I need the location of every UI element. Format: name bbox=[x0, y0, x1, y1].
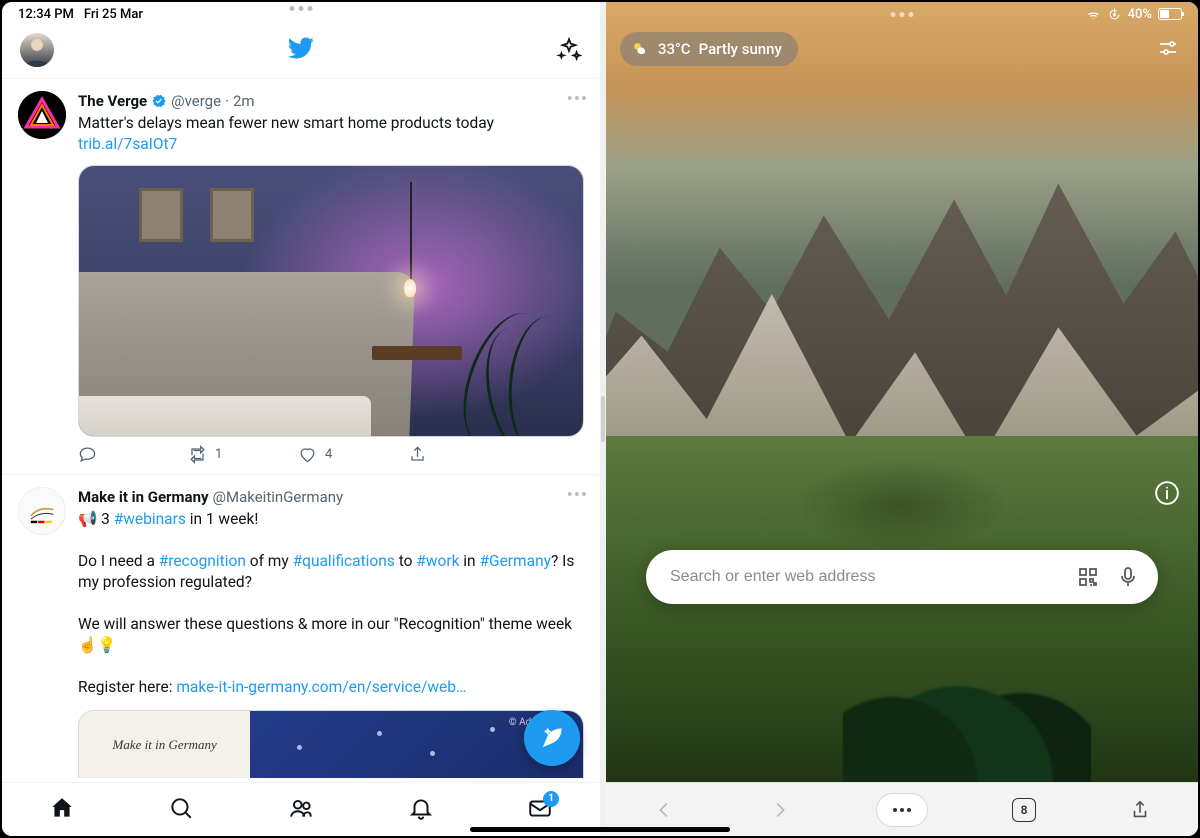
people-icon bbox=[288, 795, 314, 821]
microphone-icon bbox=[1116, 565, 1140, 589]
search-icon bbox=[168, 795, 194, 821]
address-search-bar[interactable] bbox=[646, 550, 1158, 604]
messages-badge: 1 bbox=[543, 791, 559, 807]
twitter-app: The Verge @verge · 2m ••• Matter's delay… bbox=[2, 2, 600, 836]
tweet-media-image[interactable] bbox=[78, 165, 584, 437]
rotation-lock-icon bbox=[1107, 7, 1122, 22]
tweet-author-name[interactable]: Make it in Germany bbox=[78, 487, 209, 507]
tweet[interactable]: The Verge @verge · 2m ••• Matter's delay… bbox=[2, 78, 600, 474]
image-info-button[interactable] bbox=[1154, 480, 1180, 506]
profile-avatar[interactable] bbox=[20, 33, 54, 67]
bell-icon bbox=[408, 795, 434, 821]
tweet-more-button[interactable]: ••• bbox=[567, 89, 588, 110]
tab-home[interactable] bbox=[49, 795, 75, 825]
nav-forward-button[interactable] bbox=[760, 790, 800, 830]
chevron-left-icon bbox=[653, 799, 675, 821]
tweet-actions: 1 4 bbox=[78, 437, 584, 468]
browser-share-button[interactable] bbox=[1120, 790, 1160, 830]
divider-handle-icon bbox=[601, 396, 605, 442]
tweet-link[interactable]: make-it-in-germany.com/en/service/web… bbox=[176, 678, 466, 696]
qr-scan-button[interactable] bbox=[1076, 565, 1100, 589]
hashtag[interactable]: #qualifications bbox=[293, 552, 395, 570]
tweet-author-avatar[interactable] bbox=[18, 487, 66, 535]
tweet-link[interactable]: trib.al/7saIOt7 bbox=[78, 135, 177, 153]
verge-logo-icon bbox=[18, 91, 66, 139]
tweet-header: Make it in Germany @MakeitinGermany bbox=[78, 487, 584, 507]
tabs-button[interactable]: 8 bbox=[1004, 790, 1044, 830]
sparkle-icon bbox=[556, 37, 582, 63]
multitask-dots-left[interactable] bbox=[290, 6, 313, 11]
hashtag[interactable]: #webinars bbox=[114, 510, 186, 528]
edge-browser-app: 40% 33°C Partly sunny bbox=[606, 2, 1198, 836]
partly-sunny-icon bbox=[630, 39, 650, 59]
tweet-header: The Verge @verge · 2m bbox=[78, 91, 584, 111]
twitter-logo[interactable] bbox=[287, 34, 315, 66]
hashtag[interactable]: #work bbox=[416, 552, 459, 570]
tab-count: 8 bbox=[1012, 798, 1036, 822]
tab-search[interactable] bbox=[168, 795, 194, 825]
tab-communities[interactable] bbox=[288, 795, 314, 825]
tweet-more-button[interactable]: ••• bbox=[567, 485, 588, 506]
page-settings-button[interactable] bbox=[1156, 36, 1180, 60]
tweet-handle[interactable]: @verge bbox=[171, 91, 221, 111]
tab-notifications[interactable] bbox=[408, 795, 434, 825]
home-indicator[interactable] bbox=[470, 827, 730, 832]
share-icon bbox=[1129, 799, 1151, 821]
tweet-media-image[interactable]: Make it in Germany © AdobeStock bbox=[78, 710, 584, 778]
ipad-split-view: 12:34 PM Fri 25 Mar bbox=[0, 0, 1200, 838]
reply-button[interactable] bbox=[78, 445, 188, 464]
like-button[interactable]: 4 bbox=[298, 445, 408, 464]
edge-wallpaper bbox=[606, 2, 1198, 836]
tweet-time: 2m bbox=[233, 91, 255, 111]
tweet-text: Matter's delays mean fewer new smart hom… bbox=[78, 113, 584, 155]
multitask-dots-right[interactable] bbox=[891, 12, 914, 17]
makeit-logo-icon bbox=[26, 495, 58, 527]
info-icon bbox=[1154, 480, 1180, 506]
weather-widget[interactable]: 33°C Partly sunny bbox=[620, 32, 798, 66]
tab-messages[interactable]: 1 bbox=[527, 795, 553, 825]
wifi-icon bbox=[1086, 7, 1101, 22]
browser-menu-button[interactable] bbox=[876, 793, 928, 827]
sliders-icon bbox=[1156, 36, 1180, 60]
battery-icon bbox=[1158, 8, 1182, 20]
hashtag[interactable]: #recognition bbox=[159, 552, 246, 570]
share-button[interactable] bbox=[408, 445, 518, 464]
timeline-sparkle-button[interactable] bbox=[556, 37, 582, 63]
twitter-bird-icon bbox=[287, 34, 315, 62]
heart-icon bbox=[298, 445, 317, 464]
share-icon bbox=[408, 445, 427, 464]
search-input[interactable] bbox=[670, 568, 1060, 586]
tweet[interactable]: Make it in Germany @MakeitinGermany ••• … bbox=[2, 474, 600, 782]
nav-back-button[interactable] bbox=[644, 790, 684, 830]
reply-icon bbox=[78, 445, 97, 464]
feather-plus-icon bbox=[539, 725, 565, 751]
retweet-icon bbox=[188, 445, 207, 464]
twitter-header bbox=[2, 22, 600, 78]
battery-percent: 40% bbox=[1128, 7, 1152, 22]
hashtag[interactable]: #Germany bbox=[479, 552, 551, 570]
tweet-author-avatar[interactable] bbox=[18, 91, 66, 139]
status-bar-right: 40% bbox=[606, 2, 1198, 26]
verified-badge-icon bbox=[151, 93, 167, 109]
retweet-button[interactable]: 1 bbox=[188, 445, 298, 464]
tweet-author-name[interactable]: The Verge bbox=[78, 91, 147, 111]
tweet-text: 📢 3 #webinars in 1 week! Do I need a #re… bbox=[78, 509, 584, 698]
chevron-right-icon bbox=[769, 799, 791, 821]
voice-search-button[interactable] bbox=[1116, 565, 1140, 589]
twitter-feed[interactable]: The Verge @verge · 2m ••• Matter's delay… bbox=[2, 78, 600, 782]
compose-tweet-button[interactable] bbox=[524, 710, 580, 766]
home-icon bbox=[49, 795, 75, 821]
qr-icon bbox=[1076, 565, 1100, 589]
tweet-handle[interactable]: @MakeitinGermany bbox=[213, 487, 344, 507]
